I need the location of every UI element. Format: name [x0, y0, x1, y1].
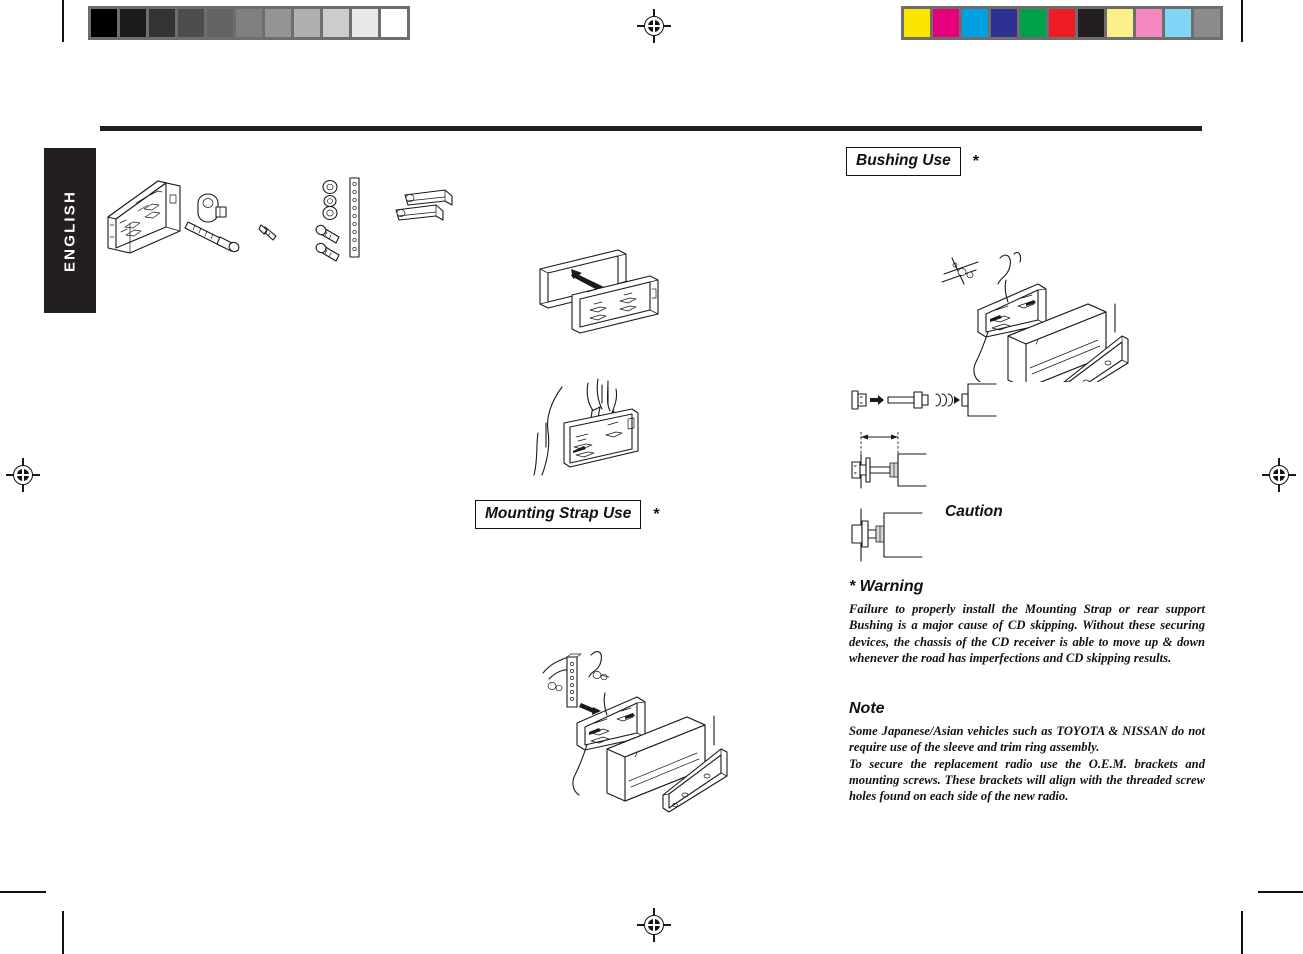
parts-kit-illustration [100, 165, 470, 265]
note-block: Note Some Japanese/Asian vehicles such a… [849, 700, 1205, 805]
trim-ring-and-sleeve-illustration [530, 245, 715, 345]
crop-mark-bottom-right-vertical [1241, 911, 1243, 954]
mounting-strap-use-label: Mounting Strap Use [475, 500, 642, 529]
note-body-2: To secure the replacement radio use the … [849, 756, 1205, 804]
bushing-exploded-detail [848, 382, 998, 422]
language-tab-label: ENGLISH [61, 189, 79, 272]
gray-swatch-5 [236, 9, 262, 37]
gray-swatch-0 [91, 9, 117, 37]
bushing-use-asterisk: * [972, 152, 979, 170]
color-swatch-10 [1194, 9, 1220, 37]
warning-body: Failure to properly install the Mounting… [849, 602, 1205, 666]
color-swatch-7 [1107, 9, 1133, 37]
crop-mark-bottom-right-horizontal [1258, 891, 1303, 893]
crop-mark-top-left-vertical [62, 0, 64, 42]
mounting-strap-use-heading: Mounting Strap Use * [475, 500, 660, 529]
language-tab-english: ENGLISH [44, 148, 96, 313]
header-rule [100, 126, 1202, 131]
mounting-strap-use-asterisk: * [653, 505, 660, 523]
color-swatch-9 [1165, 9, 1191, 37]
gray-swatch-8 [323, 9, 349, 37]
bushing-use-heading: Bushing Use * [846, 147, 979, 176]
dash-insert-illustration [520, 375, 705, 487]
mounting-strap-assembly-illustration [525, 645, 750, 817]
crop-mark-bottom-left-vertical [62, 911, 64, 954]
crop-mark-bottom-left-horizontal [0, 891, 46, 893]
manual-page: ENGLISH Mounting Strap Use * Bushing Use… [0, 0, 1303, 954]
registration-mark-left-middle [6, 458, 40, 492]
color-swatch-1 [933, 9, 959, 37]
registration-mark-bottom-center [637, 908, 671, 942]
warning-block: * Warning Failure to properly install th… [849, 578, 1205, 666]
bushing-long-screw-detail [848, 428, 998, 490]
bushing-assembly-illustration [930, 250, 1135, 382]
gray-swatch-10 [381, 9, 407, 37]
bushing-use-label: Bushing Use [846, 147, 961, 176]
gray-swatch-6 [265, 9, 291, 37]
color-swatch-3 [991, 9, 1017, 37]
registration-mark-right-middle [1262, 458, 1296, 492]
gray-swatch-7 [294, 9, 320, 37]
note-body-1: Some Japanese/Asian vehicles such as TOY… [849, 724, 1205, 755]
color-swatch-0 [904, 9, 930, 37]
warning-heading: * Warning [849, 578, 924, 595]
registration-mark-top-center [637, 9, 671, 43]
grayscale-calibration-bar [88, 6, 410, 40]
color-swatch-2 [962, 9, 988, 37]
color-swatch-4 [1020, 9, 1046, 37]
color-swatch-8 [1136, 9, 1162, 37]
gray-swatch-3 [178, 9, 204, 37]
crop-mark-top-right-vertical [1241, 0, 1243, 42]
gray-swatch-2 [149, 9, 175, 37]
color-calibration-bar [901, 6, 1223, 40]
caution-label: Caution [945, 503, 1003, 520]
gray-swatch-1 [120, 9, 146, 37]
note-heading: Note [849, 700, 885, 717]
color-swatch-5 [1049, 9, 1075, 37]
gray-swatch-4 [207, 9, 233, 37]
color-swatch-6 [1078, 9, 1104, 37]
gray-swatch-9 [352, 9, 378, 37]
